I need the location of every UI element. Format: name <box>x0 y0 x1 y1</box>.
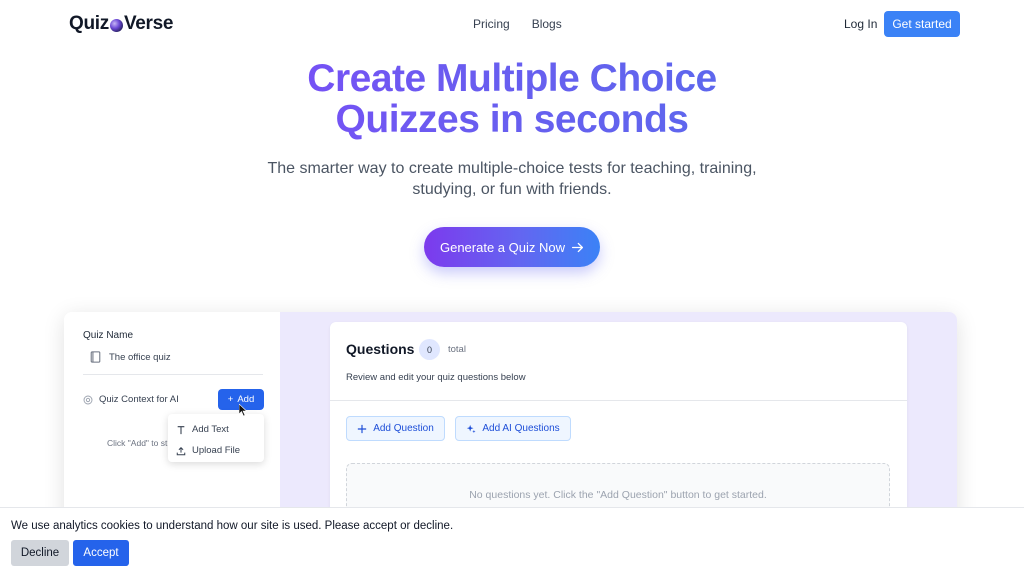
plus-icon <box>358 424 367 433</box>
questions-card: Questions 0 total Review and edit your q… <box>330 322 907 532</box>
app-preview: Quiz Name The office quiz Quiz Context f… <box>64 312 957 532</box>
get-started-button[interactable]: Get started <box>884 11 960 37</box>
add-question-label: Add Question <box>373 423 434 434</box>
site-header: Quiz Verse Pricing Blogs Log In Get star… <box>0 0 1024 48</box>
nav-blogs[interactable]: Blogs <box>532 17 562 31</box>
logo-orb-icon <box>109 19 123 32</box>
generate-quiz-label: Generate a Quiz Now <box>439 239 565 255</box>
accept-button[interactable]: Accept <box>73 540 129 566</box>
quiz-context-label: Quiz Context for AI <box>99 394 179 405</box>
text-icon <box>177 425 185 434</box>
add-context-hint: Click "Add" to st <box>107 438 168 448</box>
dropdown-upload-file[interactable]: Upload File <box>168 440 264 461</box>
gear-icon <box>83 395 93 404</box>
page: Quiz Verse Pricing Blogs Log In Get star… <box>0 0 1024 576</box>
add-ai-questions-label: Add AI Questions <box>482 423 560 434</box>
main-nav: Pricing Blogs <box>473 17 562 31</box>
hero-title: Create Multiple Choice Quizzes in second… <box>0 58 1024 140</box>
upload-icon <box>176 446 186 455</box>
card-divider <box>330 400 907 401</box>
hero-subtitle-line2: studying, or fun with friends. <box>412 181 612 198</box>
login-link[interactable]: Log In <box>844 17 877 31</box>
quiz-name-field[interactable]: The office quiz <box>90 351 171 363</box>
hero-subtitle-line1: The smarter way to create multiple-choic… <box>267 160 757 177</box>
add-ai-questions-button[interactable]: Add AI Questions <box>455 416 571 441</box>
hero-title-line1: Create Multiple Choice <box>307 57 717 100</box>
add-question-button[interactable]: Add Question <box>346 416 445 441</box>
quiz-name-value: The office quiz <box>109 351 171 363</box>
book-icon <box>90 351 101 363</box>
quiz-name-label: Quiz Name <box>83 330 134 341</box>
logo-text-verse: Verse <box>123 13 174 34</box>
logo[interactable]: Quiz Verse <box>69 13 174 35</box>
divider <box>83 374 263 375</box>
quiz-settings-panel: Quiz Name The office quiz Quiz Context f… <box>64 312 280 532</box>
arrow-right-icon <box>571 242 584 252</box>
nav-pricing[interactable]: Pricing <box>473 17 510 31</box>
cookie-message: We use analytics cookies to understand h… <box>11 520 454 532</box>
cookie-banner: We use analytics cookies to understand h… <box>0 507 1024 576</box>
questions-title: Questions <box>346 341 415 357</box>
quiz-context-row: Quiz Context for AI <box>83 394 179 405</box>
hero-subtitle: The smarter way to create multiple-choic… <box>262 158 762 200</box>
sparkles-icon <box>467 424 476 433</box>
questions-area: Questions 0 total Review and edit your q… <box>280 312 957 532</box>
generate-quiz-button[interactable]: Generate a Quiz Now <box>424 227 600 267</box>
dropdown-upload-file-label: Upload File <box>192 445 241 456</box>
questions-count-badge: 0 <box>419 339 440 360</box>
questions-total-label: total <box>448 344 466 355</box>
questions-description: Review and edit your quiz questions belo… <box>346 372 526 383</box>
dropdown-add-text-label: Add Text <box>192 424 229 435</box>
plus-icon: + <box>227 394 234 405</box>
mouse-cursor-icon <box>239 404 247 416</box>
add-context-dropdown: Add Text Upload File <box>168 414 264 462</box>
logo-text-quiz: Quiz <box>69 13 109 34</box>
decline-button[interactable]: Decline <box>11 540 69 566</box>
empty-questions-message: No questions yet. Click the "Add Questio… <box>469 489 767 501</box>
dropdown-add-text[interactable]: Add Text <box>168 419 264 440</box>
hero-title-line2: Quizzes in seconds <box>335 98 689 141</box>
